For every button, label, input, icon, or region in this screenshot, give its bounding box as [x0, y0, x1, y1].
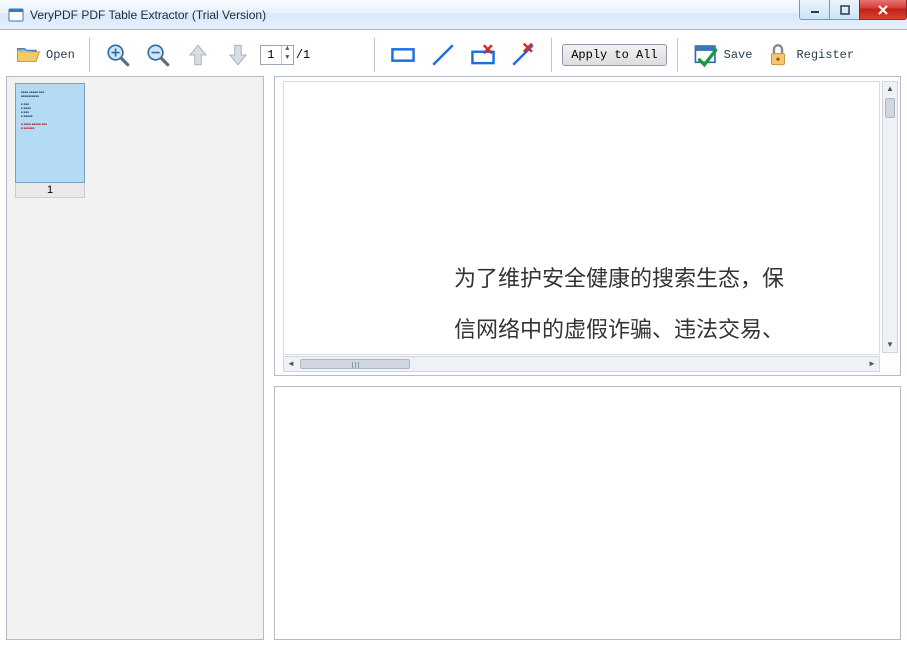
scroll-right-icon[interactable]: ► — [865, 357, 879, 371]
folder-open-icon — [14, 41, 42, 69]
save-button[interactable]: Save — [688, 39, 757, 71]
page-current-value: 1 — [261, 48, 281, 62]
separator — [677, 38, 678, 72]
thumbnail-page-label: 1 — [15, 183, 85, 198]
page-up-icon — [184, 41, 212, 69]
main-area: ■■■■ ■■■■■ ■■■■■■■■■■■■■■ ■■■■ ■■■■■ ■■■… — [6, 76, 901, 640]
maximize-button[interactable] — [829, 0, 859, 20]
register-label: Register — [796, 48, 854, 62]
window-buttons — [799, 0, 907, 20]
delete-rectangle-icon — [469, 41, 497, 69]
open-button[interactable]: Open — [10, 39, 79, 71]
zoom-in-icon — [104, 41, 132, 69]
titlebar: VeryPDF PDF Table Extractor (Trial Versi… — [0, 0, 907, 30]
draw-line-button[interactable] — [425, 39, 461, 71]
page-total-label: /1 — [296, 48, 310, 62]
separator — [374, 38, 375, 72]
separator — [551, 38, 552, 72]
page-down-icon — [224, 41, 252, 69]
output-panel[interactable] — [274, 386, 901, 640]
save-label: Save — [724, 48, 753, 62]
preview-text: 为了维护安全健康的搜索生态，保 信网络中的虚假诈骗、违法交易、 — [454, 254, 784, 355]
separator — [89, 38, 90, 72]
preview-panel: 为了维护安全健康的搜索生态，保 信网络中的虚假诈骗、违法交易、 ▲ ▼ ◄ ► — [274, 76, 901, 376]
close-button[interactable] — [859, 0, 907, 20]
thumbnail-preview: ■■■■ ■■■■■ ■■■■■■■■■■■■■■ ■■■■ ■■■■■ ■■■… — [15, 83, 85, 183]
thumbnail-panel[interactable]: ■■■■ ■■■■■ ■■■■■■■■■■■■■■ ■■■■ ■■■■■ ■■■… — [6, 76, 264, 640]
scroll-left-icon[interactable]: ◄ — [284, 357, 298, 371]
padlock-icon — [764, 41, 792, 69]
zoom-out-button[interactable] — [140, 39, 176, 71]
toolbar: Open 1 ▲▼ / — [6, 34, 901, 76]
open-label: Open — [46, 48, 75, 62]
apply-label: Apply to All — [571, 48, 657, 62]
minimize-button[interactable] — [799, 0, 829, 20]
zoom-out-icon — [144, 41, 172, 69]
horizontal-scrollbar[interactable]: ◄ ► — [283, 356, 880, 372]
delete-rect-button[interactable] — [465, 39, 501, 71]
scroll-down-icon[interactable]: ▼ — [883, 338, 897, 352]
calendar-check-icon — [692, 41, 720, 69]
spinner-arrows[interactable]: ▲▼ — [281, 46, 293, 64]
draw-rect-button[interactable] — [385, 39, 421, 71]
delete-line-button[interactable] — [505, 39, 541, 71]
page-prev-button[interactable] — [180, 39, 216, 71]
register-button[interactable]: Register — [760, 39, 858, 71]
zoom-in-button[interactable] — [100, 39, 136, 71]
horizontal-scroll-grip[interactable] — [300, 359, 410, 369]
line-icon — [429, 41, 457, 69]
preview-page[interactable]: 为了维护安全健康的搜索生态，保 信网络中的虚假诈骗、违法交易、 — [283, 81, 880, 355]
window-title: VeryPDF PDF Table Extractor (Trial Versi… — [30, 8, 266, 22]
preview-line-2: 信网络中的虚假诈骗、违法交易、 — [454, 305, 784, 355]
app-icon — [8, 7, 24, 23]
delete-line-icon — [509, 41, 537, 69]
page-indicator: 1 ▲▼ /1 — [260, 45, 310, 65]
preview-line-1: 为了维护安全健康的搜索生态，保 — [454, 254, 784, 305]
vertical-scroll-grip[interactable] — [885, 98, 895, 118]
apply-to-all-button[interactable]: Apply to All — [562, 44, 666, 66]
rectangle-icon — [389, 41, 417, 69]
page-number-input[interactable]: 1 ▲▼ — [260, 45, 294, 65]
page-next-button[interactable] — [220, 39, 256, 71]
vertical-scrollbar[interactable]: ▲ ▼ — [882, 81, 898, 353]
thumbnail-item[interactable]: ■■■■ ■■■■■ ■■■■■■■■■■■■■■ ■■■■ ■■■■■ ■■■… — [13, 83, 87, 198]
scroll-up-icon[interactable]: ▲ — [883, 82, 897, 96]
